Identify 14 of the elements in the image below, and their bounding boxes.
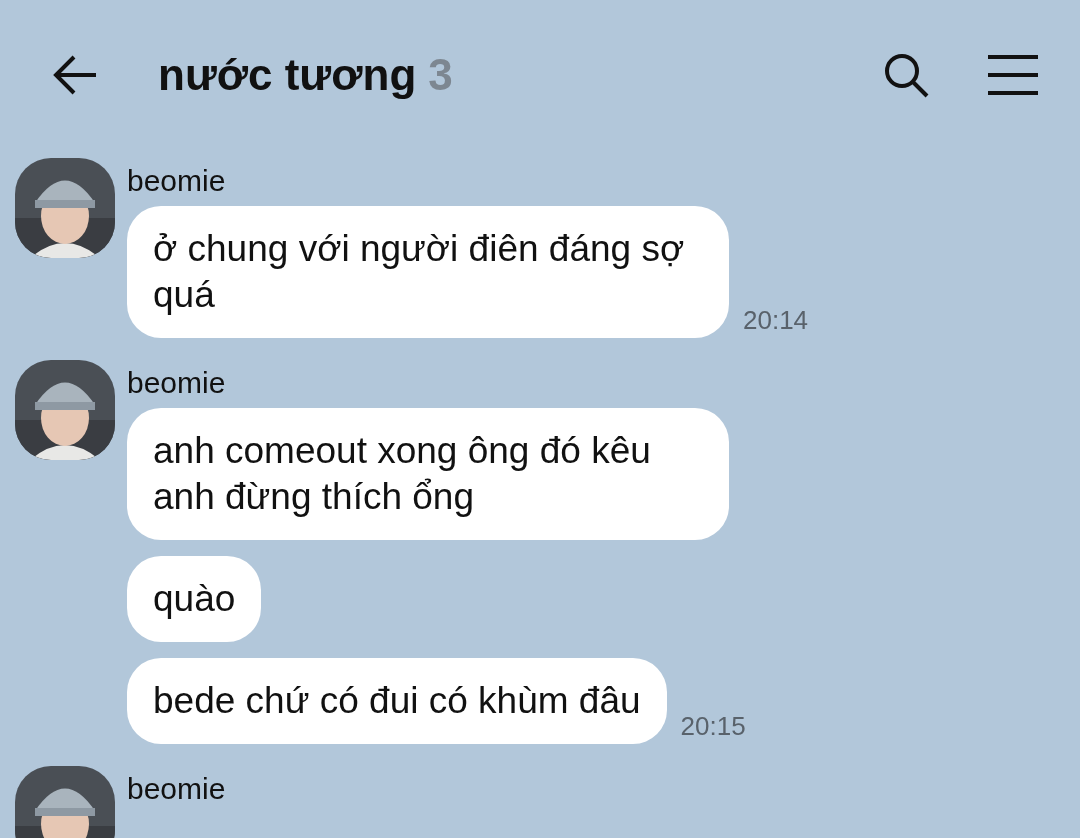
- message-bubble: quào: [127, 556, 262, 642]
- message-time: 20:14: [743, 305, 809, 336]
- sender-name: beomie: [127, 164, 227, 198]
- message-bubble: ở chung với người điên đáng sợ quá: [127, 206, 729, 338]
- message-bubble: anh comeout xong ông đó kêu anh đừng thích ổng: [127, 408, 729, 540]
- message-bubble: bede chứ có đui có khùm đâu: [127, 658, 667, 744]
- sender-name: beomie: [127, 366, 227, 400]
- member-count: 3: [428, 50, 453, 100]
- search-button[interactable]: [882, 51, 930, 99]
- chat-title: nước tương: [158, 50, 417, 100]
- message-time: 20:15: [680, 711, 746, 742]
- menu-button[interactable]: [986, 54, 1040, 96]
- sender-name: beomie: [127, 772, 226, 806]
- back-button[interactable]: [52, 55, 98, 95]
